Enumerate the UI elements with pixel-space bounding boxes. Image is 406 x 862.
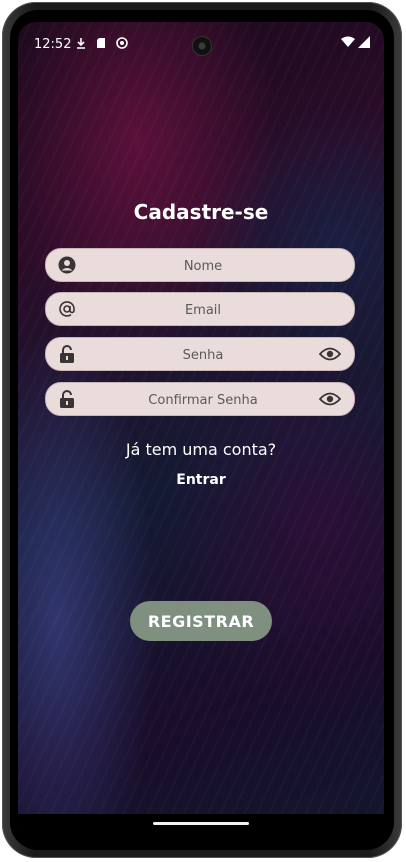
name-field[interactable]: [45, 248, 355, 283]
email-field[interactable]: [45, 292, 355, 327]
signal-icon: [358, 36, 370, 48]
status-bar: 12:52: [18, 22, 384, 66]
unlock-icon: [58, 345, 76, 363]
login-link[interactable]: Entrar: [18, 472, 384, 488]
notification-icons: [76, 37, 128, 49]
email-input[interactable]: [86, 293, 320, 327]
app-screen: 12:52 Cadastre-se Nome Email Já tem uma …: [18, 22, 384, 836]
confirm-password-input[interactable]: [86, 383, 320, 417]
status-time: 12:52: [34, 37, 72, 52]
front-camera: [192, 36, 212, 56]
password-field[interactable]: [45, 337, 355, 372]
app-notification-icon: [116, 37, 128, 49]
password-input[interactable]: [86, 338, 320, 372]
wifi-icon: [341, 36, 355, 47]
system-status-icons: [341, 36, 370, 48]
login-prompt: Já tem uma conta?: [125, 440, 277, 459]
download-icon: [77, 38, 85, 49]
navigation-bar: [18, 814, 384, 836]
person-icon: [58, 256, 76, 274]
name-input[interactable]: [86, 249, 320, 283]
at-icon: [58, 300, 76, 318]
background-streaks: [18, 22, 384, 836]
confirm-password-field[interactable]: [45, 382, 355, 417]
sd-card-icon: [97, 38, 105, 48]
unlock-icon: [58, 390, 76, 408]
register-button[interactable]: REGISTRAR: [130, 601, 272, 641]
home-indicator[interactable]: [153, 822, 249, 825]
eye-icon[interactable]: [318, 390, 342, 408]
page-title: Cadastre-se: [133, 200, 269, 224]
eye-icon[interactable]: [318, 345, 342, 363]
